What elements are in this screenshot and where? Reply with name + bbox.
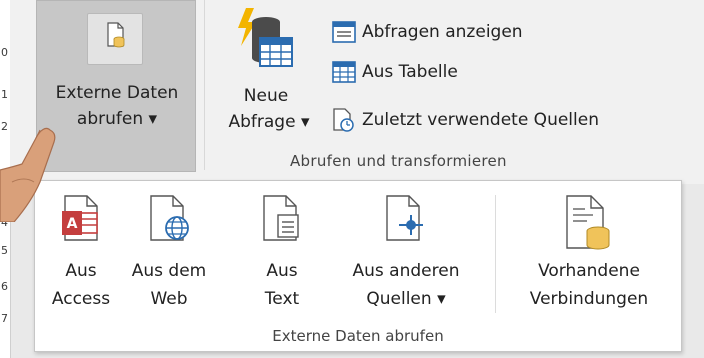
recent-sources-button[interactable]: Zuletzt verwendete Quellen [332,106,599,134]
from-text-label-2: Text [264,289,300,309]
new-query-icon [238,8,293,67]
row-number: 1 [1,88,8,101]
get-external-data-label-dropdown: abrufen ▾ [76,109,158,129]
get-external-data-button[interactable]: Externe Daten abrufen ▾ [36,0,196,172]
ribbon-group-label: Abrufen und transformieren [290,152,507,170]
row-number: 5 [1,244,8,257]
from-web-button[interactable]: Aus dem Web [127,181,211,321]
web-file-icon [150,195,189,241]
get-external-data-label: Externe Daten [55,83,179,103]
from-other-sources-button[interactable]: Aus anderen Quellen ▾ [335,181,477,321]
external-data-icon [87,13,143,65]
text-file-icon [263,195,299,241]
from-table-button[interactable]: Aus Tabelle [332,58,458,86]
get-external-data-dropdown: A Aus Access Aus dem Web Aus Text Aus an… [34,180,682,352]
queries-icon [332,21,356,43]
existing-connections-icon [566,195,610,250]
new-query-label-dropdown: Abfrage ▾ [228,112,310,132]
from-web-label-2: Web [150,289,188,309]
row-number: 6 [1,280,8,293]
from-other-sources-label-2: Quellen ▾ [366,289,446,309]
from-web-label: Aus dem [131,261,207,281]
from-table-label: Aus Tabelle [362,62,458,82]
row-number: 7 [1,312,8,325]
table-icon [332,61,356,83]
svg-text:A: A [67,216,78,232]
existing-connections-label-2: Verbindungen [529,289,649,309]
recent-sources-label: Zuletzt verwendete Quellen [362,110,599,130]
existing-connections-label: Vorhandene [538,261,640,281]
from-other-sources-label: Aus anderen [352,261,460,281]
dropdown-group-label: Externe Daten abrufen [272,327,444,345]
row-number: 0 [1,46,8,59]
from-text-button[interactable]: Aus Text [255,181,309,321]
from-text-label: Aus [266,261,298,281]
show-queries-button[interactable]: Abfragen anzeigen [332,18,523,46]
pointing-hand-icon [0,127,56,222]
new-query-label: Neue [243,86,289,106]
from-access-label: Aus [65,261,97,281]
show-queries-label: Abfragen anzeigen [362,22,523,42]
excel-window: 0 1 2 3 4 5 6 7 Externe Daten abrufen ▾ [0,0,704,358]
recent-sources-icon [333,108,354,132]
access-file-icon: A [62,195,98,241]
existing-connections-button[interactable]: Vorhandene Verbindungen [505,181,673,321]
group-separator [204,0,205,170]
new-query-button[interactable]: Neue Abfrage ▾ [214,0,324,150]
dropdown-separator [495,195,496,313]
from-access-label-2: Access [51,289,111,309]
other-sources-icon [386,195,423,241]
